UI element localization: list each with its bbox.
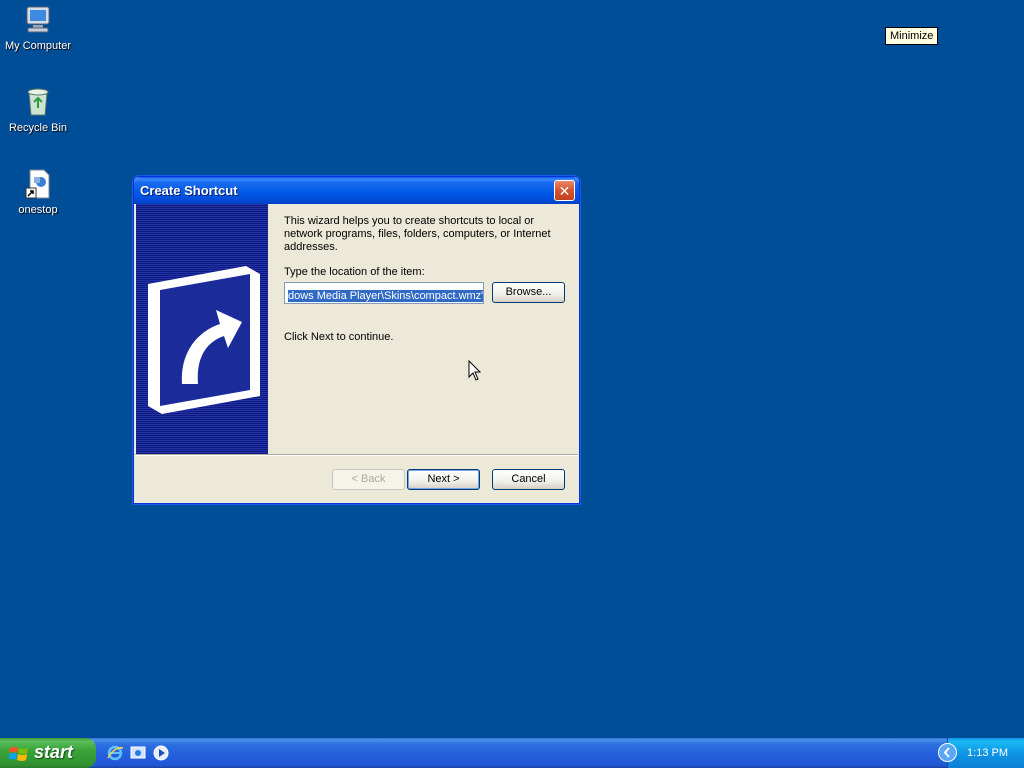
desktop-icon-onestop[interactable]: onestop — [0, 168, 76, 216]
wizard-banner — [136, 204, 268, 454]
dialog-body: This wizard helps you to create shortcut… — [134, 204, 579, 454]
dialog-title: Create Shortcut — [140, 183, 238, 198]
cancel-button[interactable]: Cancel — [492, 469, 565, 490]
recycle-bin-icon — [22, 86, 54, 118]
my-computer-icon — [22, 4, 54, 36]
show-desktop-icon[interactable] — [129, 744, 147, 762]
location-label: Type the location of the item: — [284, 266, 425, 278]
location-input-value: dows Media Player\Skins\compact.wmz" — [288, 290, 484, 302]
continue-text: Click Next to continue. — [284, 331, 394, 343]
desktop-icon-recycle-bin[interactable]: Recycle Bin — [0, 86, 76, 134]
internet-explorer-icon[interactable] — [106, 744, 124, 762]
windows-logo-icon — [9, 747, 28, 761]
minimize-tooltip: Minimize — [885, 27, 939, 45]
taskbar: start 1:13 PM — [0, 738, 1024, 768]
system-tray: 1:13 PM — [947, 738, 1024, 768]
wizard-intro-text: This wizard helps you to create shortcut… — [284, 215, 551, 253]
tray-expand-chevron-icon[interactable] — [938, 743, 957, 762]
start-button[interactable]: start — [0, 738, 96, 768]
dialog-separator — [135, 454, 578, 456]
browse-button[interactable]: Browse... — [492, 282, 565, 303]
next-button[interactable]: Next > — [407, 469, 480, 490]
onestop-shortcut-icon — [22, 168, 54, 200]
mouse-cursor-icon — [468, 360, 482, 381]
media-player-icon[interactable] — [152, 744, 170, 762]
desktop: My Computer Recycle Bin onestop Minimize — [0, 0, 1024, 738]
shortcut-wizard-icon — [148, 266, 260, 414]
start-label: start — [34, 742, 74, 762]
close-button[interactable]: ✕ — [554, 180, 575, 201]
create-shortcut-dialog: Create Shortcut ✕ This wizard helps you … — [133, 176, 580, 504]
desktop-icon-label: My Computer — [4, 40, 72, 52]
desktop-icon-my-computer[interactable]: My Computer — [0, 4, 76, 52]
dialog-titlebar[interactable]: Create Shortcut ✕ — [134, 177, 579, 204]
clock[interactable]: 1:13 PM — [967, 747, 1008, 759]
location-input[interactable]: dows Media Player\Skins\compact.wmz" — [284, 282, 484, 304]
desktop-icon-label: Recycle Bin — [8, 122, 68, 134]
close-icon: ✕ — [558, 183, 571, 199]
back-button[interactable]: < Back — [332, 469, 405, 490]
desktop-icon-label: onestop — [18, 204, 58, 216]
